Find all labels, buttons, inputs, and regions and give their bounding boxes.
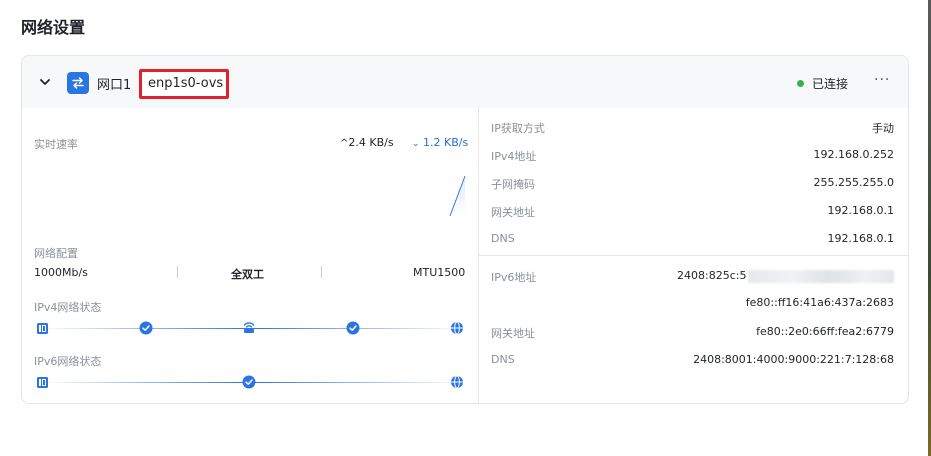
ipv6-dns-label: DNS xyxy=(491,353,515,366)
dns-label: DNS xyxy=(491,232,515,245)
ipv4-status-label: IPv4网络状态 xyxy=(34,301,102,314)
more-options-button[interactable]: ··· xyxy=(874,72,890,88)
arrow-down-icon: ⌄ xyxy=(412,139,420,149)
duplex-mode: 全双工 xyxy=(231,268,264,281)
device-icon xyxy=(35,321,49,335)
ip-method-value: 手动 xyxy=(872,122,894,135)
redacted-blur xyxy=(748,269,895,283)
globe-icon xyxy=(450,321,464,335)
network-config-label: 网络配置 xyxy=(34,247,78,260)
chevron-down-icon[interactable] xyxy=(38,75,52,89)
check-circle-icon xyxy=(346,321,360,335)
device-icon xyxy=(35,375,49,389)
left-pane: 实时速率 ^2.4 KB/s ⌄ 1.2 KB/s 网络配置 1000Mb/s … xyxy=(22,108,478,403)
port-name: 网口1 xyxy=(97,78,132,93)
check-circle-icon xyxy=(242,375,256,389)
realtime-speed-label: 实时速率 xyxy=(34,138,78,151)
mtu-value: MTU1500 xyxy=(413,266,466,279)
gateway-value: 192.168.0.1 xyxy=(827,204,894,217)
page-title: 网络设置 xyxy=(21,18,86,37)
upload-speed: ^2.4 KB/s xyxy=(340,136,394,149)
check-circle-icon xyxy=(139,321,153,335)
ipv6-gateway-value: fe80::2e0:66ff:fea2:6779 xyxy=(756,325,894,338)
link-speed: 1000Mb/s xyxy=(34,266,88,279)
status-dot-icon xyxy=(797,80,804,87)
speed-sparkline xyxy=(449,175,466,217)
section-divider xyxy=(479,255,908,256)
ipv4-address-label: IPv4地址 xyxy=(491,150,537,163)
ipv6-status-label: IPv6网络状态 xyxy=(34,355,102,368)
ipv6-dns-value: 2408:8001:4000:9000:221:7:128:68 xyxy=(693,353,894,366)
globe-icon xyxy=(450,375,464,389)
dns-value: 192.168.0.1 xyxy=(827,232,894,245)
divider xyxy=(321,266,322,278)
ipv4-address-value: 192.168.0.252 xyxy=(813,148,894,161)
ipv6-gateway-label: 网关地址 xyxy=(491,327,535,340)
subnet-mask-value: 255.255.255.0 xyxy=(813,176,894,189)
port-swap-icon xyxy=(67,72,89,94)
right-pane: IP获取方式 手动 IPv4地址 192.168.0.252 子网掩码 255.… xyxy=(479,108,908,403)
ipv6-link-local-value: fe80::ff16:41a6:437a:2683 xyxy=(745,296,894,309)
divider xyxy=(177,266,178,278)
subnet-mask-label: 子网掩码 xyxy=(491,178,535,191)
connection-status: 已连接 xyxy=(812,77,849,91)
ipv6-address-value: 2408:825c:5 xyxy=(677,269,895,283)
router-icon xyxy=(242,320,256,334)
network-port-card: 网口1 enp1s0-ovs 已连接 ··· 实时速率 ^2.4 KB/s ⌄ … xyxy=(21,55,909,404)
ip-method-label: IP获取方式 xyxy=(491,122,545,135)
card-header[interactable]: 网口1 enp1s0-ovs 已连接 ··· xyxy=(22,56,908,108)
gateway-label: 网关地址 xyxy=(491,206,535,219)
download-speed: ⌄ 1.2 KB/s xyxy=(412,136,469,149)
interface-name: enp1s0-ovs xyxy=(139,69,229,99)
ipv6-address-label: IPv6地址 xyxy=(491,271,537,284)
